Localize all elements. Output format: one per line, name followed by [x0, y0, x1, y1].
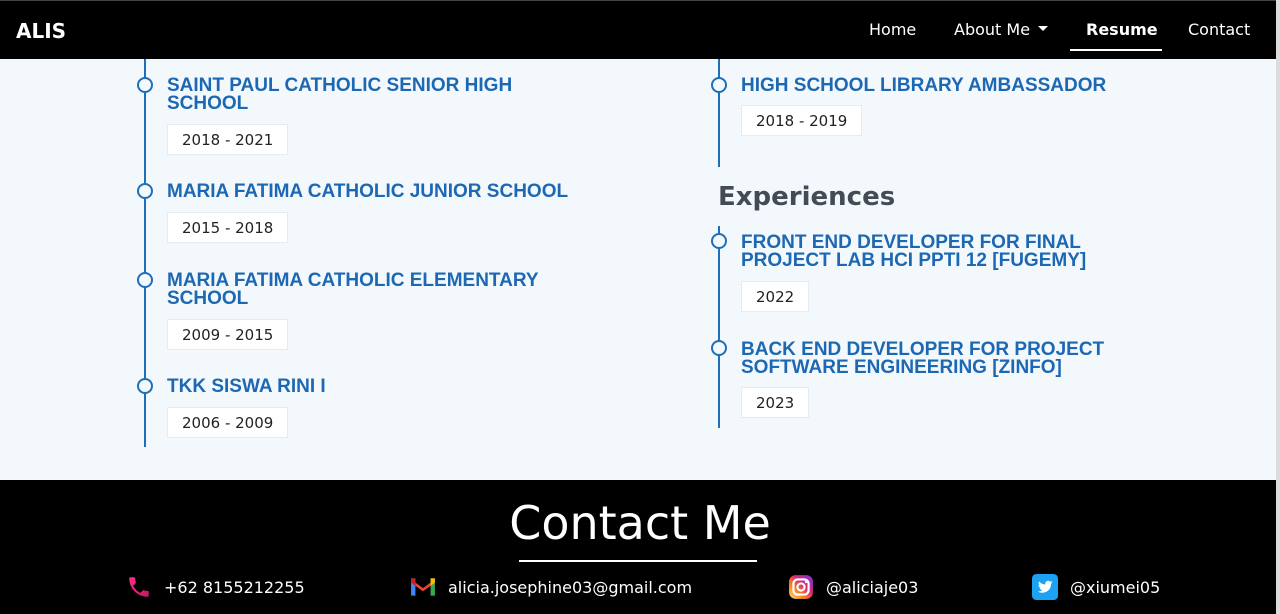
phone-icon — [129, 577, 149, 597]
nav-resume[interactable]: Resume — [1086, 20, 1158, 39]
education-title: TKK SISWA RINI I — [167, 376, 326, 397]
timeline-dot — [711, 77, 727, 93]
education-years: 2015 - 2018 — [167, 212, 289, 243]
contact-footer: Contact Me +62 8155212255 alicia.josephi… — [0, 480, 1280, 614]
brand-logo[interactable]: ALIS — [16, 19, 66, 43]
education-years: 2006 - 2009 — [167, 407, 289, 438]
timeline-dot — [137, 378, 153, 394]
timeline-dot — [137, 183, 153, 199]
education-years: 2018 - 2021 — [167, 124, 289, 155]
timeline-dot — [137, 77, 153, 93]
education-title: MARIA FATIMA CATHOLIC JUNIOR SCHOOL — [167, 181, 569, 202]
title-line: SCHOOL — [167, 288, 249, 309]
timeline-dot — [711, 340, 727, 356]
scrollbar[interactable] — [1276, 0, 1280, 614]
timeline-dot — [137, 272, 153, 288]
organization-title: HIGH SCHOOL LIBRARY AMBASSADOR — [741, 75, 1107, 96]
instagram-handle: @aliciaje03 — [826, 577, 919, 597]
education-years: 2009 - 2015 — [167, 319, 289, 350]
twitter-handle: @xiumei05 — [1070, 577, 1161, 597]
contact-instagram[interactable]: @aliciaje03 — [788, 572, 918, 602]
title-line: PROJECT LAB HCI PPTI 12 [FUGEMY] — [741, 250, 1087, 271]
gmail-icon — [411, 578, 435, 596]
education-title: SAINT PAUL CATHOLIC SENIOR HIGH SCHOOL — [167, 76, 512, 114]
title-line: HIGH SCHOOL LIBRARY AMBASSADOR — [741, 75, 1107, 96]
navbar: ALIS Home About Me Resume Contact — [0, 0, 1280, 59]
instagram-icon — [789, 575, 813, 599]
nav-about-me-dropdown[interactable]: About Me — [954, 20, 1049, 39]
experience-timeline-line — [718, 226, 720, 428]
experience-years: 2022 — [741, 281, 810, 312]
active-nav-indicator — [1070, 49, 1162, 51]
nav-contact[interactable]: Contact — [1188, 20, 1250, 39]
education-title: MARIA FATIMA CATHOLIC ELEMENTARY SCHOOL — [167, 271, 539, 309]
title-line: MARIA FATIMA CATHOLIC JUNIOR SCHOOL — [167, 181, 569, 202]
twitter-icon — [1032, 574, 1058, 600]
nav-home[interactable]: Home — [869, 20, 916, 39]
title-line: SOFTWARE ENGINEERING [ZINFO] — [741, 357, 1062, 378]
title-line: TKK SISWA RINI I — [167, 376, 326, 397]
timeline-dot — [711, 233, 727, 249]
contact-title-underline — [519, 560, 757, 562]
contact-email[interactable]: alicia.josephine03@gmail.com — [410, 572, 692, 602]
experience-title: BACK END DEVELOPER FOR PROJECT SOFTWARE E… — [741, 340, 1104, 378]
email-address: alicia.josephine03@gmail.com — [448, 577, 693, 597]
organization-timeline-line — [718, 59, 720, 167]
phone-number: +62 8155212255 — [164, 577, 305, 597]
experience-years: 2023 — [741, 387, 810, 418]
organization-years: 2018 - 2019 — [741, 105, 863, 136]
experiences-heading: Experiences — [718, 182, 896, 212]
contact-phone[interactable]: +62 8155212255 — [126, 572, 305, 602]
contact-twitter[interactable]: @xiumei05 — [1032, 572, 1160, 602]
experience-title: FRONT END DEVELOPER FOR FINAL PROJECT LAB… — [741, 233, 1087, 271]
nav-about-label: About Me — [954, 20, 1031, 39]
contact-title: Contact Me — [509, 496, 771, 550]
title-line: SCHOOL — [167, 93, 249, 114]
caret-down-icon — [1038, 26, 1049, 31]
